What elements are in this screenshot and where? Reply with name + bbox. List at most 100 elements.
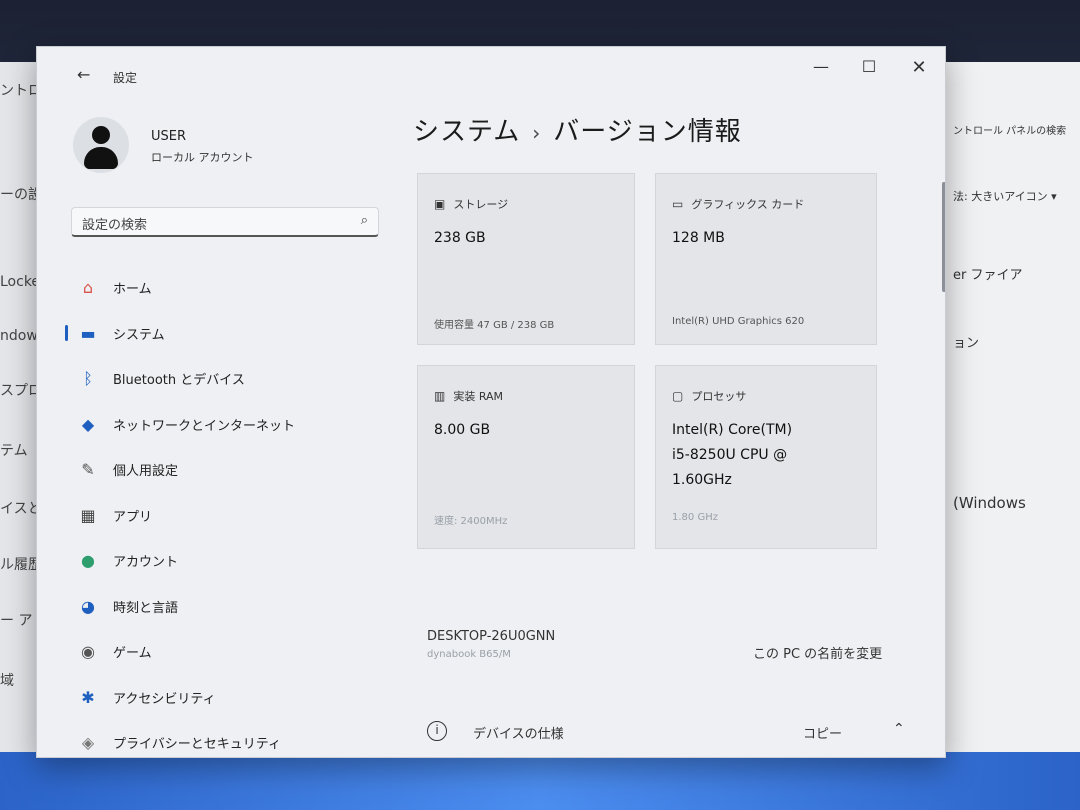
processor-label-row: ▢ プロセッサ [672,388,746,404]
storage-card[interactable]: ▣ ストレージ 238 GB 使用容量 47 GB / 238 GB [417,173,635,345]
device-name: DESKTOP-26U0GNN [427,629,556,644]
ram-card[interactable]: ▥ 実装 RAM 8.00 GB 速度: 2400MHz [417,365,635,549]
rename-pc-link[interactable]: この PC の名前を変更 [753,643,882,662]
sidebar-item-globe[interactable]: ◕ 時刻と言語 [65,584,385,630]
app-title: 設定 [113,71,138,85]
minimize-button[interactable]: — [801,57,841,76]
page-title: システム › バージョン情報 [413,111,742,148]
background-search-text: ントロール パネルの検索 [953,126,1067,137]
cpu-icon: ▢ [672,389,684,403]
background-text: ー ア [0,613,33,629]
close-button[interactable]: ✕ [899,57,939,78]
sidebar-item-label: アプリ [113,509,153,525]
network-icon: ◆ [81,414,95,434]
ram-speed: 速度: 2400MHz [434,516,508,527]
sidebar-item-network[interactable]: ◆ ネットワークとインターネット [65,402,385,448]
memory-icon: ▥ [434,389,446,403]
active-indicator [65,324,68,341]
chevron-up-icon[interactable]: ⌃ [893,721,905,737]
sidebar-item-home[interactable]: ⌂ ホーム [65,265,385,311]
processor-line: Intel(R) Core(TM) [672,422,793,438]
shield-icon: ◈ [81,733,95,753]
sidebar-item-accessibility[interactable]: ✱ アクセシビリティ [65,675,385,721]
processor-line: i5-8250U CPU @ [672,447,788,463]
back-arrow-icon[interactable]: ← [77,65,90,84]
sidebar-item-label: ゲーム [113,646,152,662]
breadcrumb-separator: › [532,121,542,145]
sidebar-item-label: ホーム [113,282,152,298]
background-text: ョン [953,336,980,351]
processor-value: Intel(R) Core(TM) i5-8250U CPU @ 1.60GHz [672,418,792,493]
apps-icon: ▦ [80,505,96,525]
ram-label-row: ▥ 実装 RAM [434,388,503,404]
sidebar-item-gamepad[interactable]: ◉ ゲーム [65,629,385,675]
search-input[interactable]: 設定の検索 ⌕ [71,207,379,237]
sidebar-item-label: 個人用設定 [113,464,179,480]
sidebar-item-label: アカウント [113,555,179,571]
system-icon: ▬ [80,323,96,343]
maximize-button[interactable]: ☐ [849,57,889,76]
user-profile[interactable]: USER ローカル アカウント [73,117,373,177]
storage-value: 238 GB [434,230,486,246]
storage-usage: 使用容量 47 GB / 238 GB [434,320,555,331]
sidebar-item-account[interactable]: ● アカウント [65,538,385,584]
device-specs-label: デバイスの仕様 [473,727,564,742]
monitor-icon: ▭ [672,197,684,211]
sidebar-item-bluetooth[interactable]: ᛒ Bluetooth とデバイス [65,356,385,402]
accessibility-icon: ✱ [81,687,95,707]
copy-button[interactable]: コピー [803,723,842,742]
storage-icon: ▣ [434,197,446,211]
desktop-wallpaper-strip [0,752,1080,810]
graphics-value: 128 MB [672,230,725,246]
globe-icon: ◕ [81,596,95,616]
storage-label: ストレージ [453,198,509,211]
sidebar-item-label: プライバシーとセキュリティ [113,737,281,753]
device-specs-header[interactable]: i デバイスの仕様 コピー ⌃ [417,717,927,747]
scrollbar[interactable] [942,182,945,292]
graphics-card[interactable]: ▭ グラフィックス カード 128 MB Intel(R) UHD Graphi… [655,173,877,345]
breadcrumb-current: バージョン情報 [553,117,742,147]
ram-value: 8.00 GB [434,422,491,438]
device-model: dynabook B65/M [427,649,511,660]
processor-label: プロセッサ [691,390,747,403]
background-right-panel: ントロール パネルの検索 法: 大きいアイコン ▾ er ファイア ョン (Wi… [945,62,1080,752]
avatar[interactable] [73,117,129,173]
breadcrumb-system[interactable]: システム [413,117,520,147]
graphics-label-row: ▭ グラフィックス カード [672,196,804,212]
processor-speed: 1.80 GHz [672,512,718,523]
processor-line: 1.60GHz [672,472,732,488]
graphics-adapter: Intel(R) UHD Graphics 620 [672,316,805,327]
search-placeholder: 設定の検索 [82,218,148,233]
user-name: USER [151,129,187,144]
graphics-label: グラフィックス カード [691,198,805,211]
sidebar-item-label: Bluetooth とデバイス [113,373,245,389]
sidebar-item-label: システム [113,327,165,343]
bluetooth-icon: ᛒ [83,369,93,389]
account-icon: ● [81,551,95,571]
background-text: er ファイア [953,268,1023,283]
background-text: (Windows [953,494,1026,512]
sidebar-item-brush[interactable]: ✎ 個人用設定 [65,447,385,493]
sidebar-item-system[interactable]: ▬ システム [65,311,385,357]
info-icon: i [427,721,447,741]
sidebar-item-apps[interactable]: ▦ アプリ [65,493,385,539]
sidebar-item-label: 時刻と言語 [113,600,179,616]
background-text: テム [0,443,28,459]
settings-window: ← 設定 — ☐ ✕ USER ローカル アカウント 設定の検索 ⌕ ⌂ ホーム ▬… [36,46,946,758]
processor-card[interactable]: ▢ プロセッサ Intel(R) Core(TM) i5-8250U CPU @… [655,365,877,549]
search-icon: ⌕ [360,213,368,228]
avatar-body-shape [84,147,118,169]
brush-icon: ✎ [81,460,95,480]
storage-label-row: ▣ ストレージ [434,196,508,212]
ram-label: 実装 RAM [453,390,504,403]
avatar-head-shape [92,126,110,144]
background-text: 域 [0,673,14,689]
background-view-option: 法: 大きいアイコン ▾ [953,190,1057,203]
home-icon: ⌂ [82,278,94,298]
sidebar-item-label: アクセシビリティ [113,691,216,707]
sidebar-item-shield[interactable]: ◈ プライバシーとセキュリティ [65,720,385,757]
sidebar-item-label: ネットワークとインターネット [113,418,296,434]
gamepad-icon: ◉ [81,642,95,662]
sidebar-nav: ⌂ ホーム ▬ システム ᛒ Bluetooth とデバイス ◆ ネットワークとインターネット… [65,265,385,757]
title-bar: ← 設定 — ☐ ✕ [37,47,945,91]
